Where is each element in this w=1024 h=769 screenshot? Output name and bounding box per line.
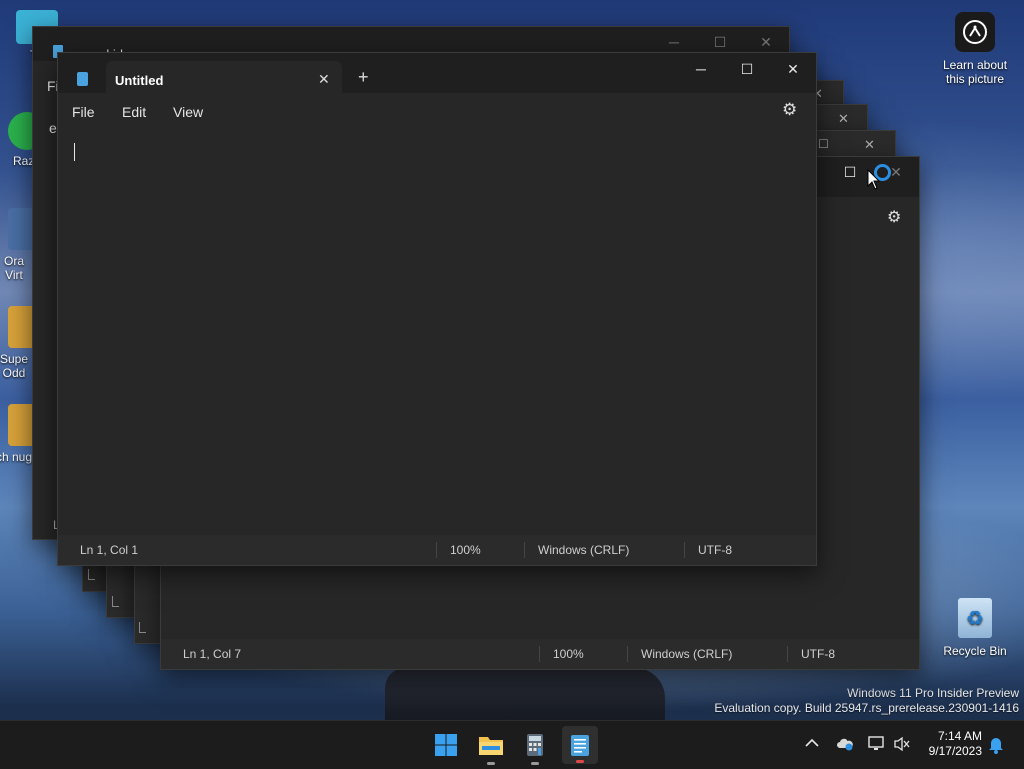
mouse-pointer-icon xyxy=(867,168,881,196)
close-button[interactable]: ✕ xyxy=(864,137,875,153)
status-zoom[interactable]: 100% xyxy=(450,543,481,557)
maximize-button[interactable]: ☐ xyxy=(724,53,770,85)
wallpaper-rock xyxy=(385,668,665,723)
status-zoom[interactable]: 100% xyxy=(553,647,584,661)
maximize-button[interactable]: ☐ xyxy=(818,137,829,151)
text-fragment: e xyxy=(49,120,57,136)
status-line-ending[interactable]: Windows (CRLF) xyxy=(641,647,732,661)
status-fragment xyxy=(112,596,119,607)
status-separator xyxy=(627,646,628,662)
calculator-icon xyxy=(527,734,543,756)
tray-overflow-button[interactable] xyxy=(805,735,819,751)
notepad-icon xyxy=(77,72,88,86)
recycle-bin-icon: ♻ xyxy=(958,598,992,638)
desktop-icon-label: ch nug xyxy=(0,450,33,464)
network-icon[interactable] xyxy=(868,736,886,757)
settings-icon[interactable]: ⚙ xyxy=(887,207,901,227)
status-separator xyxy=(524,542,525,558)
desktop-icon-label: Ora Virt xyxy=(3,254,24,282)
volume-muted-icon[interactable] xyxy=(893,736,911,757)
start-icon xyxy=(435,734,457,756)
settings-icon[interactable]: ⚙ xyxy=(782,100,797,120)
status-encoding[interactable]: UTF-8 xyxy=(698,543,732,557)
desktop-icon-label: Supe Odd xyxy=(0,352,29,380)
text-cursor xyxy=(74,143,75,161)
notifications-button[interactable] xyxy=(988,736,1004,759)
text-editor-area[interactable] xyxy=(58,131,816,535)
status-separator xyxy=(539,646,540,662)
taskbar-notepad[interactable] xyxy=(562,726,598,764)
bell-icon xyxy=(989,738,1003,754)
status-fragment xyxy=(139,622,146,633)
status-position: Ln 1, Col 7 xyxy=(183,647,242,661)
close-button[interactable]: ✕ xyxy=(770,53,816,85)
status-bar: Ln 1, Col 1 100% Windows (CRLF) UTF-8 xyxy=(58,535,816,565)
notepad-icon xyxy=(571,735,589,756)
tab-untitled[interactable]: Untitled ✕ xyxy=(106,61,342,93)
running-indicator xyxy=(487,762,495,765)
clock-date: 9/17/2023 xyxy=(928,744,982,758)
title-bar[interactable]: Untitled ✕ + ─ ☐ ✕ xyxy=(58,53,816,93)
taskbar-calculator[interactable] xyxy=(519,729,551,765)
status-fragment xyxy=(88,569,95,580)
file-explorer-icon xyxy=(479,737,503,755)
watermark-line-1: Windows 11 Pro Insider Preview xyxy=(847,686,1019,700)
status-line-ending[interactable]: Windows (CRLF) xyxy=(538,543,629,557)
evaluation-watermark: Windows 11 Pro Insider Preview Evaluatio… xyxy=(714,686,1019,716)
running-indicator xyxy=(531,762,539,765)
chevron-up-icon xyxy=(805,738,819,747)
notepad-window[interactable]: Untitled ✕ + ─ ☐ ✕ File Edit View ⚙ Ln 1… xyxy=(57,52,817,566)
clock[interactable]: 7:14 AM 9/17/2023 xyxy=(918,729,982,759)
status-separator xyxy=(436,542,437,558)
recycle-bin-label: Recycle Bin xyxy=(943,644,1007,658)
onedrive-icon[interactable] xyxy=(836,737,854,756)
tab-title: Untitled xyxy=(115,73,164,88)
learn-about-picture[interactable]: Learn about this picture xyxy=(938,12,1012,86)
status-encoding[interactable]: UTF-8 xyxy=(801,647,835,661)
status-bar: Ln 1, Col 7 100% Windows (CRLF) UTF-8 xyxy=(161,639,919,669)
clock-time: 7:14 AM xyxy=(937,729,982,743)
taskbar-file-explorer[interactable] xyxy=(475,729,507,765)
status-separator xyxy=(787,646,788,662)
menu-bar: File Edit View ⚙ xyxy=(58,93,816,129)
close-tab-icon[interactable]: ✕ xyxy=(318,71,330,88)
close-button[interactable]: ✕ xyxy=(838,111,849,127)
menu-view[interactable]: View xyxy=(173,104,203,120)
start-button[interactable] xyxy=(430,729,462,761)
taskbar: 7:14 AM 9/17/2023 xyxy=(0,720,1024,769)
menu-edit[interactable]: Edit xyxy=(122,104,146,120)
camera-icon xyxy=(955,12,995,52)
minimize-button[interactable]: ─ xyxy=(678,53,724,85)
desktop-icon-recycle-bin[interactable]: ♻ Recycle Bin xyxy=(938,598,1012,658)
status-position: Ln 1, Col 1 xyxy=(80,543,139,557)
menu-file[interactable]: File xyxy=(72,104,95,120)
status-separator xyxy=(684,542,685,558)
learn-about-picture-label: Learn about this picture xyxy=(942,58,1008,86)
active-indicator xyxy=(576,760,584,763)
watermark-line-2: Evaluation copy. Build 25947.rs_prerelea… xyxy=(714,701,1019,715)
new-tab-button[interactable]: + xyxy=(358,67,369,88)
